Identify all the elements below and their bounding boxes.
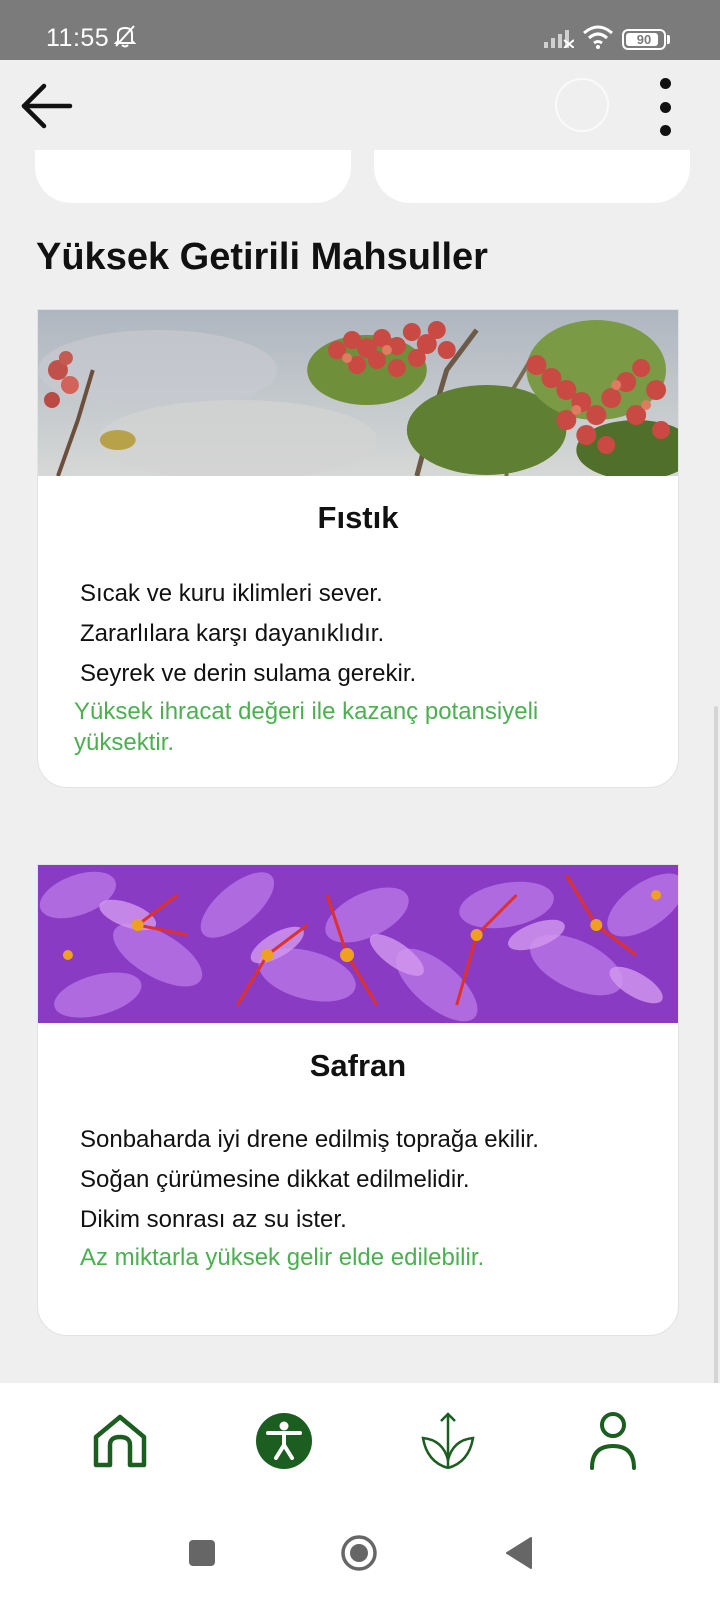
crop-fact: Zararlılara karşı dayanıklıdır. <box>80 620 385 647</box>
battery-tip <box>667 35 670 44</box>
app-bar <box>0 60 720 150</box>
battery-indicator: 90 <box>622 29 666 50</box>
bell-off-icon <box>113 24 137 53</box>
crop-fact: Dikim sonrası az su ister. <box>80 1206 347 1233</box>
more-vert-icon-dot <box>659 125 671 136</box>
home-icon <box>93 1414 147 1468</box>
nav-plant-button[interactable] <box>408 1401 488 1481</box>
plant-growth-icon <box>421 1412 475 1470</box>
scrollbar[interactable] <box>714 706 718 1386</box>
crop-card[interactable]: Safran Sonbaharda iyi drene edilmiş topr… <box>37 864 679 1336</box>
square-icon <box>189 1540 215 1566</box>
crop-fact: Sıcak ve kuru iklimleri sever. <box>80 580 383 607</box>
crop-name: Fıstık <box>317 500 399 535</box>
recent-apps-button[interactable] <box>177 1528 227 1578</box>
previous-card-right[interactable] <box>374 150 690 203</box>
previous-card-left[interactable] <box>35 150 351 203</box>
back-button[interactable] <box>16 76 76 136</box>
crop-description: Sonbaharda iyi drene edilmiş toprağa eki… <box>80 1120 638 1273</box>
crop-highlight: Az miktarla yüksek gelir elde edilebilir… <box>80 1244 485 1271</box>
more-vert-icon-dot <box>659 101 671 113</box>
system-back-button[interactable] <box>494 1528 544 1578</box>
wifi-icon <box>582 24 614 55</box>
nav-profile-button[interactable] <box>573 1401 653 1481</box>
circle-icon <box>341 1535 377 1571</box>
crop-highlight: Yüksek ihracat değeri ile kazanç potansi… <box>74 698 539 756</box>
triangle-back-icon <box>506 1537 532 1569</box>
loading-indicator <box>555 78 609 132</box>
crop-description: Sıcak ve kuru iklimleri sever. Zararlıla… <box>74 574 638 758</box>
section-title: Yüksek Getirili Mahsuller <box>36 236 488 278</box>
more-vert-icon <box>659 78 671 89</box>
pistachio-image <box>38 310 678 476</box>
crop-fact: Sonbaharda iyi drene edilmiş toprağa eki… <box>80 1126 539 1153</box>
system-navigation-bar <box>0 1508 720 1600</box>
crop-fact: Seyrek ve derin sulama gerekir. <box>80 660 417 687</box>
battery-level-text: 90 <box>636 32 652 47</box>
crop-name: Safran <box>309 1048 407 1083</box>
system-home-button[interactable] <box>334 1528 384 1578</box>
nav-accessibility-button[interactable] <box>244 1401 324 1481</box>
accessibility-icon <box>256 1413 312 1469</box>
status-bar: 11:55 90 <box>0 0 720 60</box>
signal-icon <box>544 28 575 53</box>
crop-fact: Soğan çürümesine dikkat edilmelidir. <box>80 1166 470 1193</box>
nav-home-button[interactable] <box>80 1401 160 1481</box>
person-icon <box>590 1412 636 1470</box>
crop-card[interactable]: Fıstık Sıcak ve kuru iklimleri sever. Za… <box>37 309 679 788</box>
status-time: 11:55 <box>46 24 110 52</box>
saffron-image <box>38 865 678 1023</box>
bottom-navigation <box>0 1383 720 1508</box>
arrow-left-icon <box>21 83 73 129</box>
more-options-button[interactable] <box>640 72 690 142</box>
